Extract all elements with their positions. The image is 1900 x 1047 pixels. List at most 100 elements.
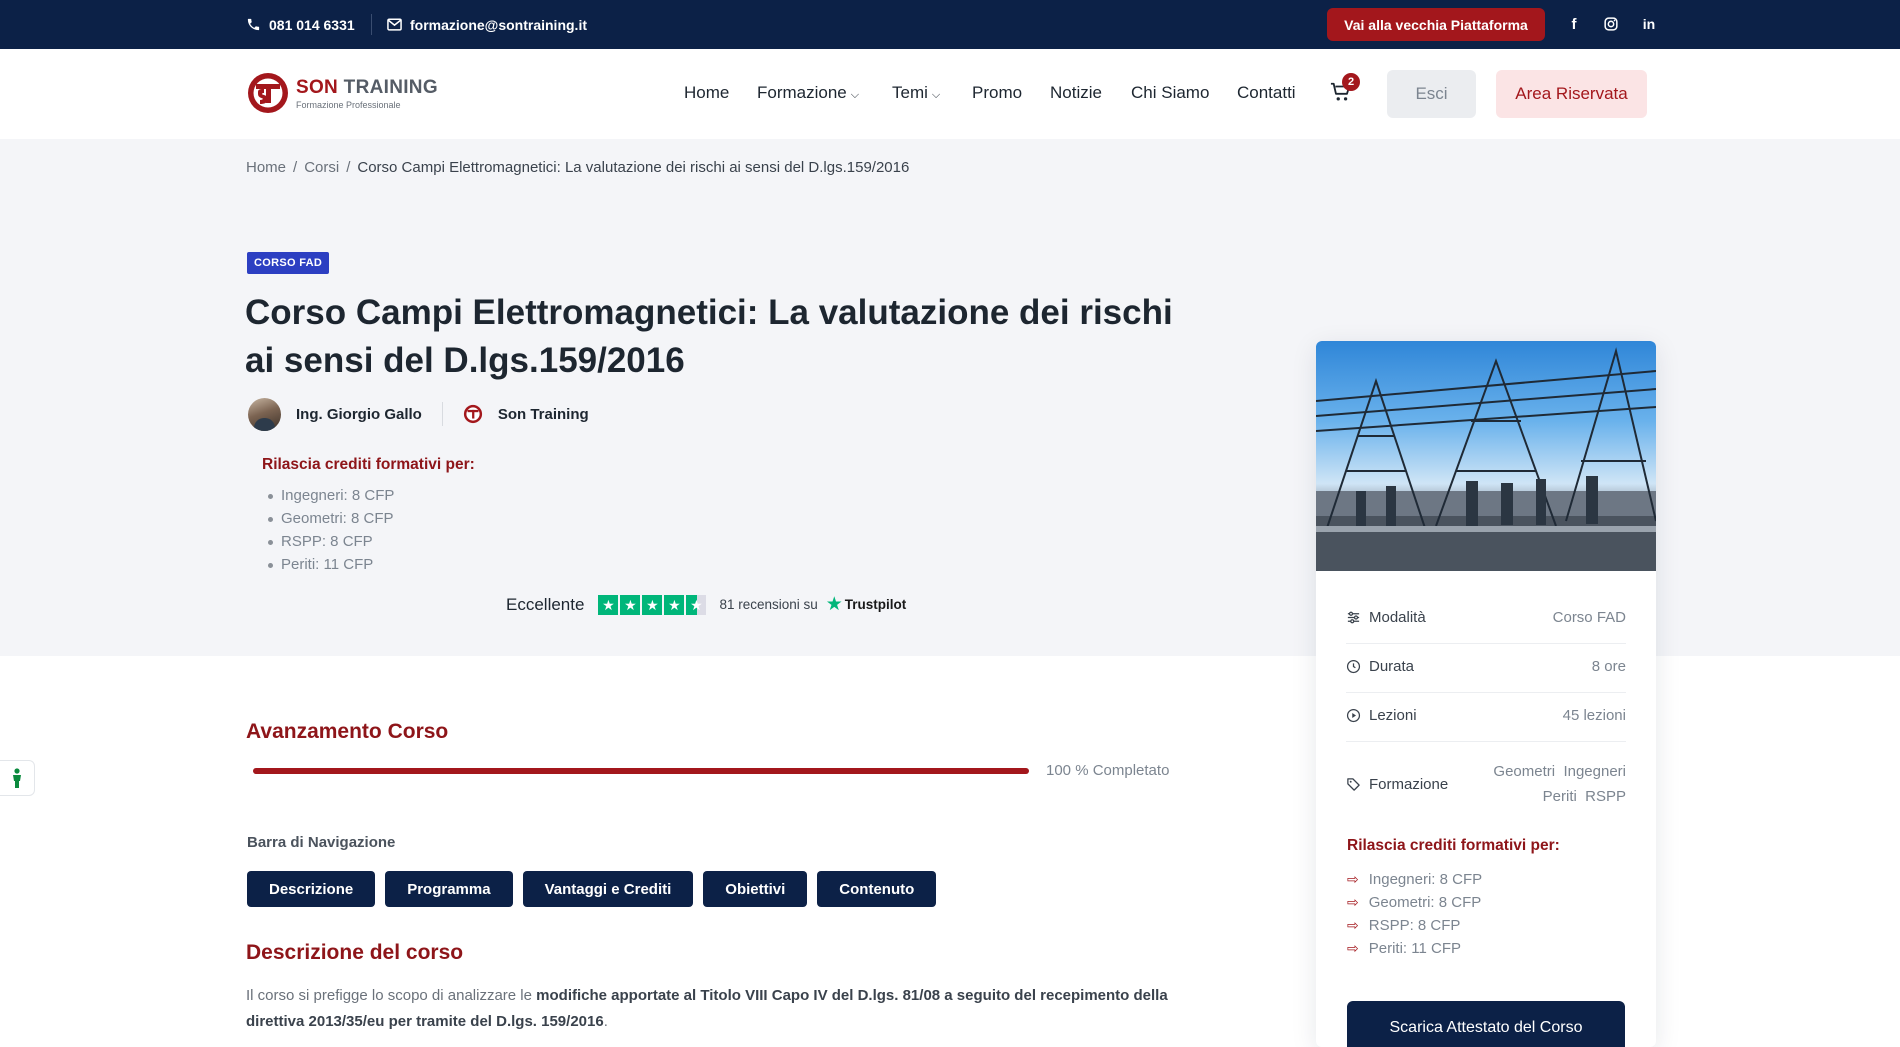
description-title: Descrizione del corso <box>246 941 464 964</box>
nav-temi-label: Temi <box>892 83 928 102</box>
info-modalita: Modalità Corso FAD <box>1346 609 1626 626</box>
star-icon: ★ <box>620 594 641 615</box>
list-item: ⇨ Periti: 11 CFP <box>1347 937 1482 960</box>
arrow-right-icon: ⇨ <box>1347 940 1359 956</box>
nav-formazione[interactable]: Formazione ⌵ <box>757 83 859 103</box>
organization-name[interactable]: Son Training <box>498 406 589 423</box>
nav-home[interactable]: Home <box>684 83 729 103</box>
course-type-badge: CORSO FAD <box>247 252 330 274</box>
tab-obiettivi[interactable]: Obiettivi <box>703 871 808 907</box>
list-item: Periti: 11 CFP <box>267 553 394 576</box>
site-logo[interactable]: SON TRAINING Formazione Professionale <box>246 71 438 115</box>
play-circle-icon <box>1346 708 1361 723</box>
formazione-line1: Geometri Ingegneri <box>1493 763 1626 780</box>
tab-contenuto[interactable]: Contenuto <box>817 871 937 907</box>
phone-number: 081 014 6331 <box>269 16 355 33</box>
trustpilot-rating-word: Eccellente <box>506 594 585 614</box>
durata-label: Durata <box>1369 658 1415 675</box>
course-info-card: Modalità Corso FAD Durata 8 ore Lezioni … <box>1316 341 1656 1047</box>
author-avatar <box>248 397 281 431</box>
credits-list: Ingegneri: 8 CFP Geometri: 8 CFP RSPP: 8… <box>267 484 394 576</box>
instagram-icon[interactable] <box>1600 13 1622 35</box>
lezioni-label: Lezioni <box>1369 707 1417 724</box>
email-contact[interactable]: formazione@sontraining.it <box>387 0 587 49</box>
modalita-value: Corso FAD <box>1552 609 1626 626</box>
nav-promo[interactable]: Promo <box>972 83 1022 103</box>
list-item: ⇨ Ingegneri: 8 CFP <box>1347 868 1482 891</box>
tab-vantaggi-crediti[interactable]: Vantaggi e Crediti <box>522 871 694 907</box>
author-name[interactable]: Ing. Giorgio Gallo <box>296 406 422 423</box>
description-text: Il corso si prefigge lo scopo di analizz… <box>246 987 1168 1030</box>
star-icon: ★ <box>642 594 663 615</box>
navigation-bar-label: Barra di Navigazione <box>247 834 396 851</box>
formazione-line2: Periti RSPP <box>1542 788 1626 805</box>
logo-title-son: SON <box>296 76 339 98</box>
nav-contatti[interactable]: Contatti <box>1237 83 1296 103</box>
list-item: Ingegneri: 8 CFP <box>267 484 394 507</box>
info-formazione: Formazione Geometri Ingegneri Periti RSPP <box>1346 759 1626 809</box>
cart-count-badge: 2 <box>1342 73 1360 91</box>
nav-chi-siamo[interactable]: Chi Siamo <box>1131 83 1209 103</box>
logo-title-training: TRAINING <box>343 76 438 98</box>
main-header: SON TRAINING Formazione Professionale Ho… <box>0 49 1900 139</box>
arrow-right-icon: ⇨ <box>1347 894 1359 910</box>
course-title: Corso Campi Elettromagnetici: La valutaz… <box>245 293 1173 380</box>
phone-contact[interactable]: 081 014 6331 <box>246 0 355 49</box>
half-star-icon: ★ <box>686 594 707 615</box>
tag-icon <box>1347 777 1360 791</box>
tab-descrizione[interactable]: Descrizione <box>247 871 376 907</box>
arrow-right-icon: ⇨ <box>1347 917 1359 933</box>
trustpilot-reviews: 81 recensioni su <box>719 597 818 612</box>
facebook-icon[interactable]: f <box>1563 13 1585 35</box>
info-lezioni: Lezioni 45 lezioni <box>1346 707 1626 724</box>
accessibility-toggle[interactable] <box>0 760 35 796</box>
list-item: Geometri: 8 CFP <box>267 507 394 530</box>
trustpilot-brand-label: Trustpilot <box>844 597 907 612</box>
linkedin-icon[interactable]: in <box>1638 13 1660 35</box>
logo-subtitle: Formazione Professionale <box>296 99 401 110</box>
progress-bar <box>253 768 1029 774</box>
substation-illustration <box>1316 347 1656 571</box>
card-credits-list: ⇨ Ingegneri: 8 CFP ⇨ Geometri: 8 CFP ⇨ RSPP… <box>1347 868 1482 960</box>
lezioni-value: 45 lezioni <box>1562 707 1626 724</box>
clock-icon <box>1346 659 1361 674</box>
durata-value: 8 ore <box>1591 658 1626 675</box>
modalita-label: Modalità <box>1369 609 1426 626</box>
topbar-divider <box>371 14 372 35</box>
section-navigation: Descrizione Programma Vantaggi e Crediti… <box>247 871 946 907</box>
trustpilot-widget[interactable]: Eccellente ★ ★ ★ ★ ★ 81 recensioni su ★ T… <box>506 593 906 616</box>
nav-temi[interactable]: Temi ⌵ <box>892 83 940 103</box>
son-training-logo-icon <box>248 73 288 113</box>
download-certificate-button[interactable]: Scarica Attestato del Corso <box>1347 1001 1625 1047</box>
progress-label: 100 % Completato <box>1046 762 1170 779</box>
card-credits-title: Rilascia crediti formativi per: <box>1347 837 1560 854</box>
envelope-icon <box>387 18 402 31</box>
list-item: ⇨ Geometri: 8 CFP <box>1347 891 1482 914</box>
trustpilot-stars: ★ ★ ★ ★ ★ <box>598 594 708 615</box>
reserved-area-button[interactable]: Area Riservata <box>1496 70 1647 118</box>
star-icon: ★ <box>664 594 685 615</box>
email-address: formazione@sontraining.it <box>410 16 587 33</box>
chevron-down-icon: ⌵ <box>931 89 941 101</box>
tab-programma[interactable]: Programma <box>385 871 513 907</box>
phone-icon <box>247 18 260 31</box>
progress-fill <box>253 768 1029 774</box>
list-item: RSPP: 8 CFP <box>267 530 394 553</box>
breadcrumb-corsi[interactable]: Corsi <box>304 159 339 176</box>
trustpilot-star-icon: ★ <box>825 594 843 615</box>
logout-button[interactable]: Esci <box>1387 70 1476 118</box>
nav-formazione-label: Formazione <box>757 83 847 102</box>
accessibility-icon <box>13 768 21 788</box>
old-platform-button[interactable]: Vai alla vecchia Piattaforma <box>1327 8 1545 41</box>
breadcrumb: Home / Corsi / Corso Campi Elettromagnetici:… <box>246 159 910 176</box>
formazione-label: Formazione <box>1369 775 1449 793</box>
arrow-right-icon: ⇨ <box>1347 871 1359 887</box>
info-durata: Durata 8 ore <box>1346 658 1626 675</box>
breadcrumb-home[interactable]: Home <box>246 159 286 176</box>
list-item: ⇨ RSPP: 8 CFP <box>1347 914 1482 937</box>
sliders-icon <box>1347 611 1360 624</box>
chevron-down-icon: ⌵ <box>850 89 860 101</box>
credits-title: Rilascia crediti formativi per: <box>262 456 475 473</box>
progress-title: Avanzamento Corso <box>246 720 449 743</box>
nav-notizie[interactable]: Notizie <box>1050 83 1102 103</box>
